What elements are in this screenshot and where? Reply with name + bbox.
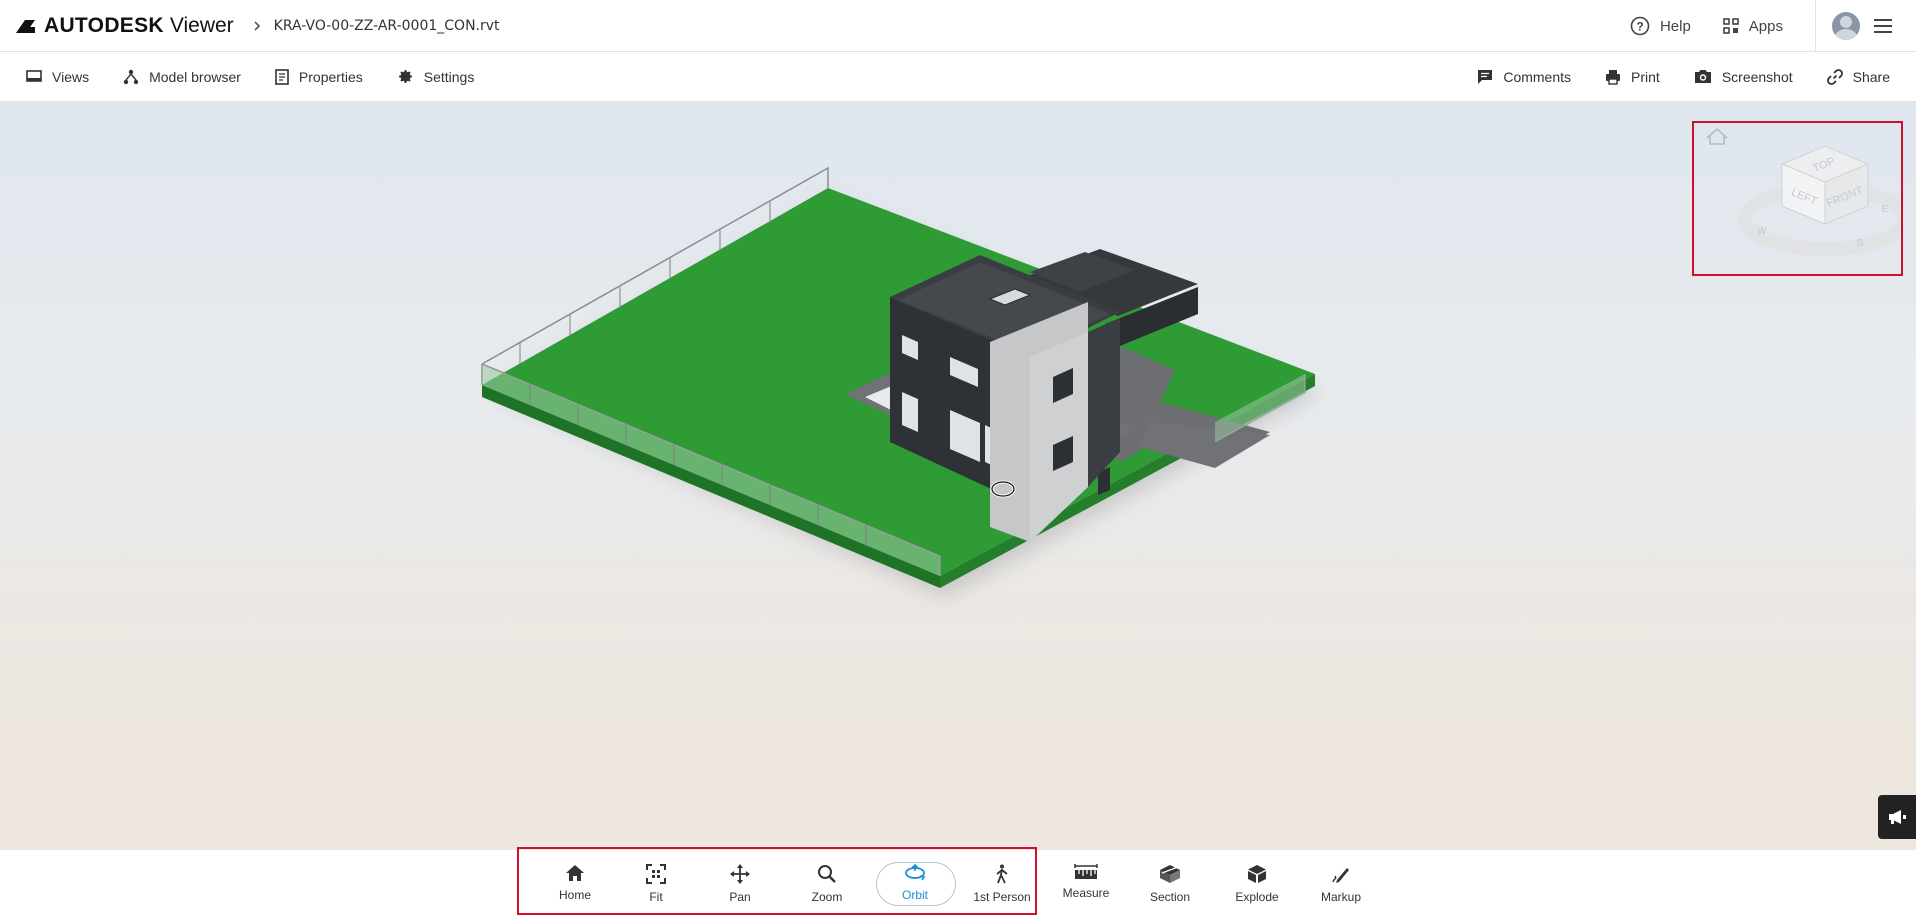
section-icon	[1160, 865, 1180, 883]
orbit-label: Orbit	[901, 888, 928, 902]
pan-icon	[730, 864, 750, 884]
settings-label: Settings	[423, 68, 475, 85]
home-icon	[566, 865, 584, 881]
model-canvas[interactable]	[0, 102, 1916, 850]
home-label: Home	[558, 888, 591, 902]
model-browser-label: Model browser	[149, 68, 241, 85]
share-button[interactable]: Share	[1826, 68, 1890, 85]
autodesk-logo[interactable]: AUTODESK Viewer	[14, 14, 234, 38]
ruler-icon	[1074, 864, 1098, 879]
print-button[interactable]: Print	[1605, 69, 1660, 85]
explode-button[interactable]: Explode	[1217, 864, 1297, 904]
pan-label: Pan	[729, 890, 751, 904]
fit-icon	[646, 864, 666, 884]
printer-icon	[1606, 69, 1621, 85]
comment-icon	[1478, 69, 1493, 84]
home-button[interactable]: Home	[535, 864, 615, 902]
megaphone-icon	[1889, 810, 1906, 824]
brand-name: AUTODESK	[44, 13, 164, 37]
monitor-icon	[26, 69, 42, 82]
explode-label: Explode	[1235, 890, 1279, 904]
screenshot-button[interactable]: Screenshot	[1694, 69, 1793, 85]
markup-label: Markup	[1320, 890, 1361, 904]
pan-button[interactable]: Pan	[700, 864, 780, 904]
gear-icon	[398, 70, 412, 83]
screenshot-label: Screenshot	[1721, 68, 1793, 85]
header-divider	[1815, 0, 1816, 52]
3d-viewport[interactable]: TOP LEFT FRONT E S W	[0, 102, 1916, 850]
print-label: Print	[1631, 68, 1660, 85]
orbit-button[interactable]: Orbit	[875, 864, 955, 902]
app-header: AUTODESK Viewer KRA-VO-00-ZZ-AR-0001_CON…	[0, 0, 1916, 52]
views-label: Views	[52, 68, 90, 85]
walk-icon	[996, 864, 1008, 884]
compass-west-label: W	[1757, 226, 1767, 237]
product-name: Viewer	[169, 13, 234, 37]
viewcube-home-icon[interactable]	[1706, 127, 1728, 145]
markup-button[interactable]: Markup	[1301, 864, 1381, 904]
camera-icon	[1694, 70, 1711, 83]
fit-label: Fit	[649, 890, 663, 904]
properties-label: Properties	[298, 68, 363, 85]
share-label: Share	[1852, 68, 1890, 85]
user-avatar[interactable]	[1832, 12, 1860, 40]
section-label: Section	[1149, 890, 1191, 904]
views-button[interactable]: Views	[26, 69, 89, 85]
pen-icon	[1332, 868, 1349, 883]
compass-east-label: E	[1882, 204, 1889, 215]
first-person-button[interactable]: 1st Person	[962, 864, 1042, 904]
feedback-button[interactable]	[1878, 795, 1916, 839]
hamburger-menu-icon[interactable]	[1874, 19, 1892, 33]
zoom-label: Zoom	[811, 890, 843, 904]
apps-button[interactable]: Apps	[1722, 17, 1783, 35]
apps-grid-icon	[1722, 18, 1739, 34]
help-icon: ?	[1630, 16, 1650, 36]
model-browser-button[interactable]: Model browser	[123, 69, 241, 85]
apps-label: Apps	[1748, 17, 1783, 35]
file-name: KRA-VO-00-ZZ-AR-0001_CON.rvt	[273, 17, 500, 34]
document-icon	[275, 68, 289, 85]
fit-button[interactable]: Fit	[616, 864, 696, 904]
link-icon	[1826, 68, 1843, 85]
chevron-right-icon	[254, 20, 260, 31]
svg-text:?: ?	[1636, 20, 1643, 34]
zoom-button[interactable]: Zoom	[787, 864, 867, 904]
comments-button[interactable]: Comments	[1477, 69, 1571, 85]
explode-icon	[1248, 865, 1266, 883]
comments-label: Comments	[1503, 68, 1572, 85]
measure-button[interactable]: Measure	[1046, 864, 1126, 900]
section-button[interactable]: Section	[1130, 864, 1210, 904]
hierarchy-icon	[123, 69, 139, 84]
orbit-icon	[905, 864, 926, 881]
compass-south-label: S	[1857, 238, 1864, 249]
zoom-icon	[818, 865, 836, 883]
settings-button[interactable]: Settings	[397, 68, 475, 85]
autodesk-logo-icon	[16, 19, 35, 33]
properties-button[interactable]: Properties	[275, 69, 363, 85]
help-button[interactable]: ? Help	[1630, 16, 1691, 36]
measure-label: Measure	[1062, 886, 1110, 900]
viewer-toolbar: Views Model browser Properties Settings …	[0, 52, 1916, 102]
viewcube[interactable]: TOP LEFT FRONT E S W	[1700, 124, 1900, 274]
help-label: Help	[1659, 17, 1691, 35]
first-person-label: 1st Person	[973, 890, 1031, 904]
